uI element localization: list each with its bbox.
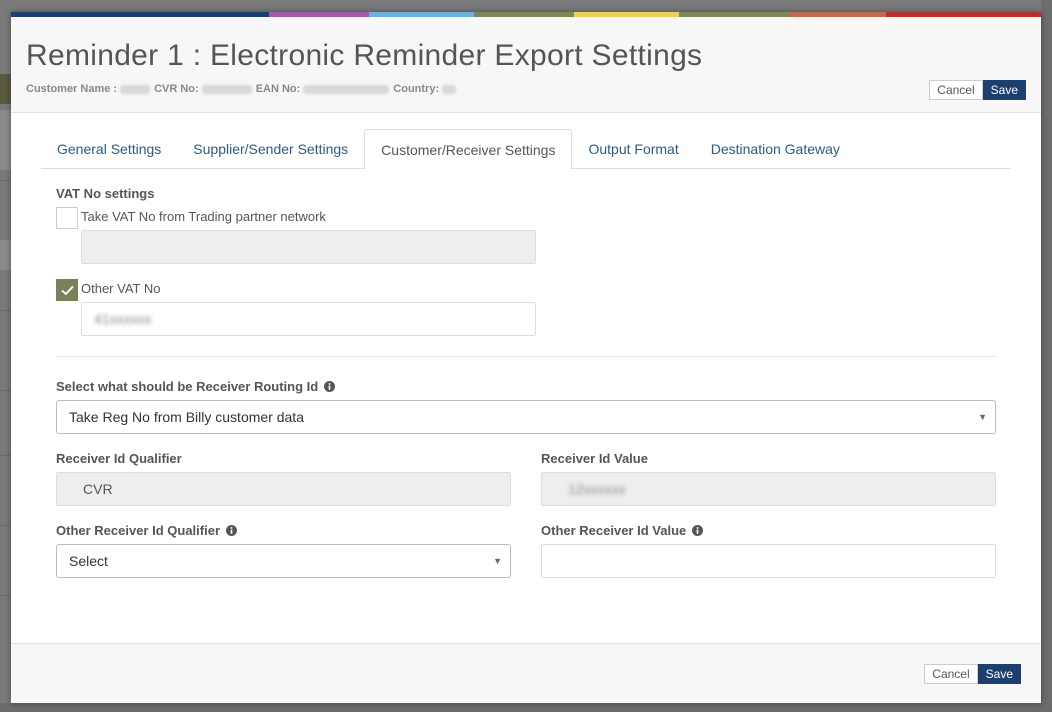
other-vat-value: 41xxxxxx bbox=[94, 311, 152, 327]
footer-save-button[interactable]: Save bbox=[977, 664, 1021, 684]
tab-customer-receiver-settings[interactable]: Customer/Receiver Settings bbox=[364, 129, 573, 170]
save-button[interactable]: Save bbox=[982, 80, 1026, 100]
other-qualifier-selected: Select bbox=[69, 553, 108, 569]
receiver-value-input[interactable]: 12xxxxxx bbox=[541, 472, 996, 506]
cvr-label: CVR No: bbox=[154, 83, 199, 95]
routing-id-select[interactable]: Take Reg No from Billy customer data ▼ bbox=[56, 400, 996, 434]
tab-supplier-sender-settings[interactable]: Supplier/Sender Settings bbox=[177, 129, 364, 169]
header-actions: Cancel Save bbox=[929, 80, 1026, 100]
network-vat-input[interactable] bbox=[81, 230, 536, 264]
customer-meta: Customer Name : CVR No: EAN No: Country: bbox=[26, 83, 460, 95]
other-vat-label: Other VAT No bbox=[81, 281, 161, 296]
other-value-label: Other Receiver Id Value bbox=[541, 523, 703, 538]
routing-label-text: Select what should be Receiver Routing I… bbox=[56, 379, 319, 394]
export-settings-modal: Reminder 1 : Electronic Reminder Export … bbox=[11, 12, 1041, 703]
footer-actions: Cancel Save bbox=[924, 664, 1021, 684]
other-vat-checkbox[interactable] bbox=[56, 279, 78, 301]
background-right-panel bbox=[1041, 0, 1052, 712]
other-value-input[interactable] bbox=[541, 544, 996, 578]
background-bottom-panel bbox=[0, 703, 1052, 712]
customer-name-value bbox=[120, 84, 151, 94]
vat-section-title: VAT No settings bbox=[56, 186, 155, 201]
ean-label: EAN No: bbox=[255, 83, 301, 95]
section-divider bbox=[56, 356, 996, 357]
tab-general-settings[interactable]: General Settings bbox=[41, 129, 177, 169]
take-vat-from-network-checkbox[interactable] bbox=[56, 207, 78, 229]
take-vat-from-network-label: Take VAT No from Trading partner network bbox=[81, 209, 326, 224]
info-circle-icon[interactable] bbox=[691, 525, 703, 536]
modal-footer: Cancel Save bbox=[11, 643, 1041, 703]
info-circle-icon[interactable] bbox=[323, 381, 335, 392]
routing-label: Select what should be Receiver Routing I… bbox=[56, 379, 335, 394]
routing-id-selected: Take Reg No from Billy customer data bbox=[69, 409, 304, 425]
modal-title: Reminder 1 : Electronic Reminder Export … bbox=[26, 39, 703, 72]
dropdown-caret-icon: ▼ bbox=[493, 556, 502, 566]
modal-header: Reminder 1 : Electronic Reminder Export … bbox=[11, 17, 1041, 113]
cvr-value bbox=[201, 84, 252, 94]
ean-value bbox=[303, 84, 390, 94]
country-value bbox=[442, 84, 457, 94]
tab-output-format[interactable]: Output Format bbox=[572, 129, 694, 169]
info-circle-icon[interactable] bbox=[225, 525, 237, 536]
other-value-label-text: Other Receiver Id Value bbox=[541, 523, 687, 538]
receiver-value-label: Receiver Id Value bbox=[541, 451, 648, 466]
cancel-button[interactable]: Cancel bbox=[929, 80, 983, 100]
other-qualifier-label-text: Other Receiver Id Qualifier bbox=[56, 523, 221, 538]
tab-destination-gateway[interactable]: Destination Gateway bbox=[695, 129, 856, 169]
footer-cancel-button[interactable]: Cancel bbox=[924, 664, 978, 684]
checkmark-icon bbox=[61, 285, 74, 296]
settings-tabs: General Settings Supplier/Sender Setting… bbox=[41, 129, 1011, 170]
receiver-qualifier-input[interactable]: CVR bbox=[56, 472, 511, 506]
other-qualifier-label: Other Receiver Id Qualifier bbox=[56, 523, 237, 538]
receiver-value-text: 12xxxxxx bbox=[568, 481, 626, 497]
other-vat-input[interactable]: 41xxxxxx bbox=[81, 302, 536, 336]
other-qualifier-select[interactable]: Select ▼ bbox=[56, 544, 511, 578]
country-label: Country: bbox=[393, 83, 440, 95]
customer-name-label: Customer Name : bbox=[26, 83, 118, 95]
dropdown-caret-icon: ▼ bbox=[978, 412, 987, 422]
receiver-qualifier-label: Receiver Id Qualifier bbox=[56, 451, 182, 466]
